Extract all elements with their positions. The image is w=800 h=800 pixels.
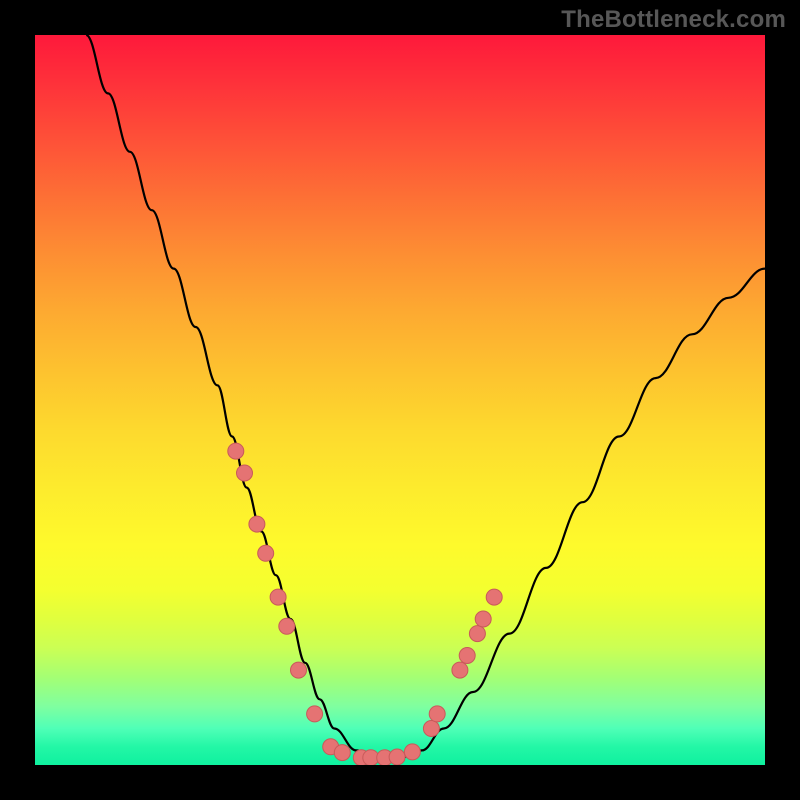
data-marker bbox=[475, 611, 491, 627]
data-marker bbox=[404, 744, 420, 760]
data-marker bbox=[389, 749, 405, 765]
data-marker bbox=[228, 443, 244, 459]
data-marker bbox=[334, 745, 350, 761]
marker-group bbox=[228, 443, 502, 765]
chart-stage: TheBottleneck.com bbox=[0, 0, 800, 800]
data-marker bbox=[237, 465, 253, 481]
data-marker bbox=[459, 648, 475, 664]
watermark-text: TheBottleneck.com bbox=[561, 6, 786, 34]
data-marker bbox=[291, 662, 307, 678]
curve-svg bbox=[35, 35, 765, 765]
plot-area bbox=[35, 35, 765, 765]
data-marker bbox=[452, 662, 468, 678]
data-marker bbox=[429, 706, 445, 722]
data-marker bbox=[469, 626, 485, 642]
data-marker bbox=[258, 545, 274, 561]
data-marker bbox=[270, 589, 286, 605]
bottleneck-curve bbox=[86, 35, 765, 758]
data-marker bbox=[423, 721, 439, 737]
data-marker bbox=[279, 618, 295, 634]
data-marker bbox=[307, 706, 323, 722]
data-marker bbox=[249, 516, 265, 532]
data-marker bbox=[486, 589, 502, 605]
